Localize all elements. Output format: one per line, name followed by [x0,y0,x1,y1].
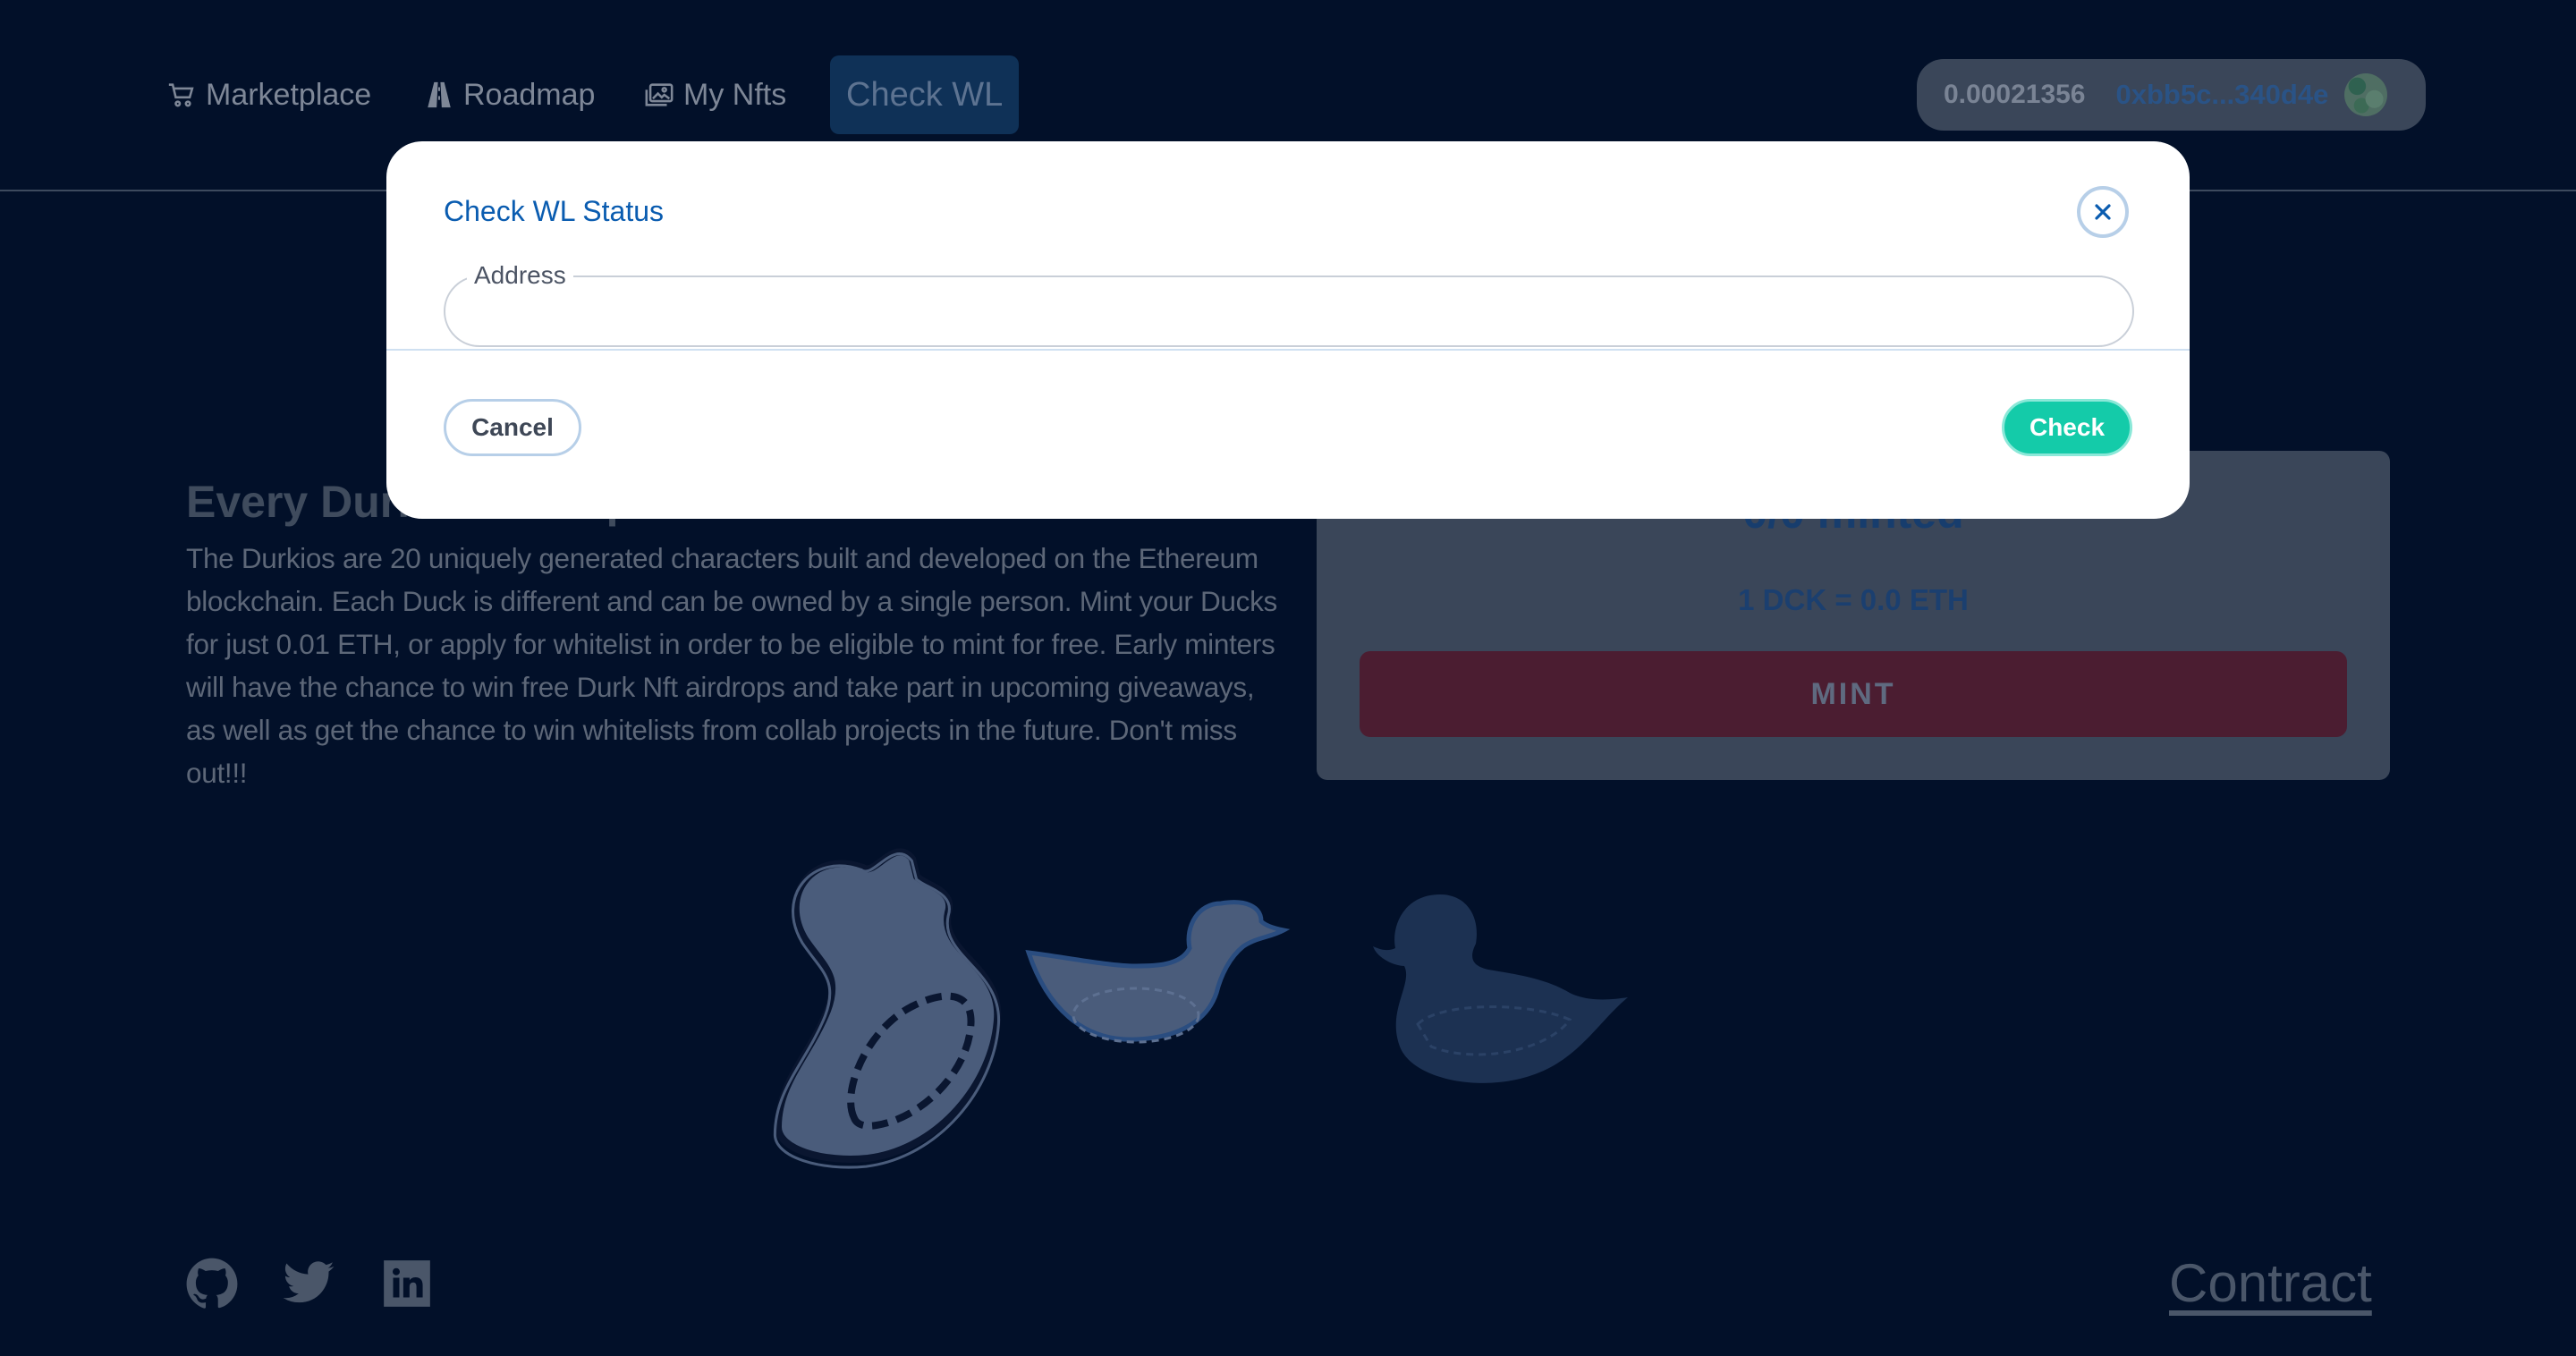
github-icon[interactable] [184,1256,240,1311]
cancel-button[interactable]: Cancel [444,399,581,456]
close-button[interactable] [2077,186,2129,238]
nav-label-roadmap: Roadmap [463,77,596,112]
avatar [2344,73,2388,116]
nav-item-roadmap[interactable]: Roadmap [424,55,595,134]
image-icon [645,83,674,106]
nav-item-check-wl[interactable]: Check WL [830,55,1020,134]
linkedin-icon[interactable] [379,1256,435,1311]
wallet-chip[interactable]: 0.00021356 0xbb5c...340d4e [1917,59,2426,131]
nav-label-my-nfts: My Nfts [683,77,787,112]
nav-label-check-wl: Check WL [846,75,1004,114]
hero-description: The Durkios are 20 uniquely generated ch… [186,542,1277,789]
duck-icon [1373,894,1628,1083]
check-button[interactable]: Check [2002,399,2132,456]
mint-button[interactable]: MINT [1360,651,2347,737]
check-wl-modal: Check WL Status Address Cancel Check [386,141,2190,519]
twitter-icon[interactable] [281,1256,336,1311]
mint-price: 1 DCK = 0.0 ETH [1738,583,1969,616]
wallet-address: 0xbb5c...340d4e [2115,79,2329,110]
road-icon [428,81,451,108]
modal-divider [386,349,2190,351]
address-field: Address [444,261,2134,347]
nav-label-marketplace: Marketplace [206,77,372,112]
contract-link[interactable]: Contract [2169,1252,2372,1314]
close-icon [2095,204,2111,220]
ducks-illustration [773,848,1628,1169]
nav-item-my-nfts[interactable]: My Nfts [644,55,786,134]
address-input[interactable] [472,286,2104,338]
duck-icon [773,848,1002,1169]
nav-item-marketplace[interactable]: Marketplace [166,55,371,134]
duck-icon [1025,900,1291,1044]
modal-title: Check WL Status [444,195,665,227]
wallet-balance: 0.00021356 [1944,80,2086,109]
cart-icon [168,83,194,107]
